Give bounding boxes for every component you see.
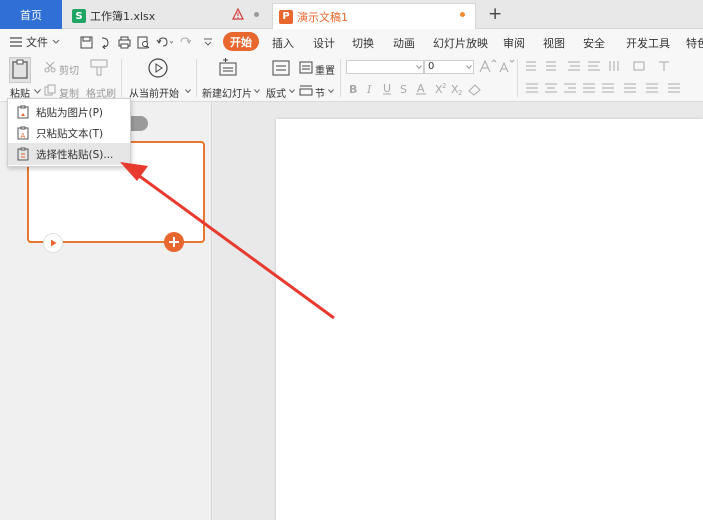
add-slide-button[interactable] xyxy=(164,232,184,252)
warning-icon[interactable] xyxy=(232,8,244,20)
tab-presentation-label: 演示文稿1 xyxy=(297,10,348,24)
section-button[interactable]: 节 xyxy=(315,85,325,100)
play-slide-button[interactable] xyxy=(43,233,63,253)
slide-canvas[interactable] xyxy=(276,119,703,520)
menu-bar: 文件 开始 插入 设计 切换 动画 幻灯片放映 审阅 视图 安全 开发工具 特色 xyxy=(0,29,703,55)
tab-view[interactable]: 视图 xyxy=(543,35,565,51)
clipboard-icon xyxy=(12,59,28,79)
text-format-icons[interactable]: B I U S A X 2 X 2 xyxy=(347,82,509,96)
paragraph-format-icons[interactable] xyxy=(524,59,699,97)
paste-as-image-icon xyxy=(17,105,29,119)
unsaved-dot-icon xyxy=(460,12,465,17)
section-icon[interactable] xyxy=(299,84,313,96)
chevron-down-icon[interactable] xyxy=(466,65,472,69)
layout-button[interactable]: 版式 xyxy=(266,85,286,100)
file-menu-label: 文件 xyxy=(26,36,48,49)
grow-shrink-font-icon[interactable] xyxy=(478,59,516,73)
print-preview-icon[interactable] xyxy=(137,36,150,49)
export-icon[interactable] xyxy=(99,36,112,49)
reset-button[interactable]: 重置 xyxy=(315,62,335,77)
tab-featured[interactable]: 特色 xyxy=(686,35,703,51)
menu-item-paste-as-image[interactable]: 粘贴为图片(P) xyxy=(8,101,130,123)
reset-icon[interactable] xyxy=(299,61,313,74)
menu-item-label: 只粘贴文本(T) xyxy=(36,127,104,140)
tab-bar: 首页 S 工作簿1.xlsx P 演示文稿1 + xyxy=(0,0,703,29)
tab-design[interactable]: 设计 xyxy=(313,35,335,51)
menu-item-label: 粘贴为图片(P) xyxy=(36,106,104,119)
chevron-down-icon[interactable] xyxy=(34,89,41,94)
customize-toolbar-icon[interactable] xyxy=(203,37,213,47)
scissors-icon[interactable] xyxy=(44,62,56,73)
paste-options-menu: 粘贴为图片(P) A 只粘贴文本(T) 选择性粘贴(S)... xyxy=(7,98,131,167)
layout-icon[interactable] xyxy=(272,59,290,77)
tab-slideshow[interactable]: 幻灯片放映 xyxy=(433,35,488,51)
svg-text:S: S xyxy=(400,83,407,96)
new-slide-button[interactable]: 新建幻灯片 xyxy=(202,85,252,100)
tab-animation[interactable]: 动画 xyxy=(393,35,415,51)
tab-insert[interactable]: 插入 xyxy=(272,35,294,51)
font-name-select[interactable] xyxy=(346,60,424,74)
tab-transition[interactable]: 切换 xyxy=(352,35,374,51)
paste-special-icon xyxy=(17,147,29,161)
paste-text-only-icon: A xyxy=(17,126,29,140)
tab-start[interactable]: 开始 xyxy=(223,32,259,51)
tab-security[interactable]: 安全 xyxy=(583,35,605,51)
chevron-down-icon xyxy=(52,39,60,44)
from-current-button[interactable]: 从当前开始 xyxy=(129,85,179,100)
file-menu[interactable]: 文件 xyxy=(10,34,60,50)
copy-icon[interactable] xyxy=(44,84,56,96)
chevron-down-icon[interactable] xyxy=(254,89,260,93)
save-icon[interactable] xyxy=(80,36,93,49)
print-icon[interactable] xyxy=(118,36,131,49)
tab-presentation[interactable]: P 演示文稿1 xyxy=(272,3,476,29)
menu-item-paste-special[interactable]: 选择性粘贴(S)... xyxy=(8,143,130,165)
new-tab-button[interactable]: + xyxy=(488,3,502,25)
spreadsheet-icon: S xyxy=(72,9,86,23)
hamburger-icon xyxy=(10,37,22,47)
svg-text:2: 2 xyxy=(458,89,462,96)
svg-text:A: A xyxy=(21,132,26,140)
chevron-down-icon[interactable] xyxy=(185,89,191,93)
tab-review[interactable]: 审阅 xyxy=(503,35,525,51)
cut-button[interactable]: 剪切 xyxy=(59,62,79,77)
chevron-down-icon[interactable] xyxy=(328,89,334,93)
menu-item-label: 选择性粘贴(S)... xyxy=(36,148,114,161)
svg-text:A: A xyxy=(417,82,425,95)
plus-icon xyxy=(169,237,179,247)
play-slideshow-icon[interactable] xyxy=(147,57,169,79)
svg-text:2: 2 xyxy=(442,82,446,90)
chevron-down-icon[interactable] xyxy=(416,65,422,69)
chevron-down-icon[interactable] xyxy=(289,89,295,93)
redo-icon[interactable] xyxy=(180,36,194,49)
tab-developer[interactable]: 开发工具 xyxy=(626,35,670,51)
svg-text:B: B xyxy=(349,83,357,96)
menu-item-paste-text-only[interactable]: A 只粘贴文本(T) xyxy=(8,122,130,144)
presentation-icon: P xyxy=(279,9,293,24)
svg-text:I: I xyxy=(366,83,372,96)
tab-spreadsheet[interactable]: S 工作簿1.xlsx xyxy=(66,3,202,29)
new-slide-icon[interactable] xyxy=(218,58,238,78)
format-painter-icon[interactable] xyxy=(88,58,110,76)
svg-text:U: U xyxy=(383,82,391,95)
play-icon xyxy=(51,239,57,247)
ribbon: 粘贴 剪切 复制 格式刷 从当前开始 新建幻灯片 版式 重置 节 0 B I U… xyxy=(0,55,703,102)
tab-spreadsheet-label: 工作簿1.xlsx xyxy=(90,10,156,23)
undo-icon[interactable] xyxy=(156,36,174,49)
tab-home[interactable]: 首页 xyxy=(0,0,62,29)
unsaved-dot-icon xyxy=(254,12,259,17)
paste-button[interactable] xyxy=(9,57,31,83)
